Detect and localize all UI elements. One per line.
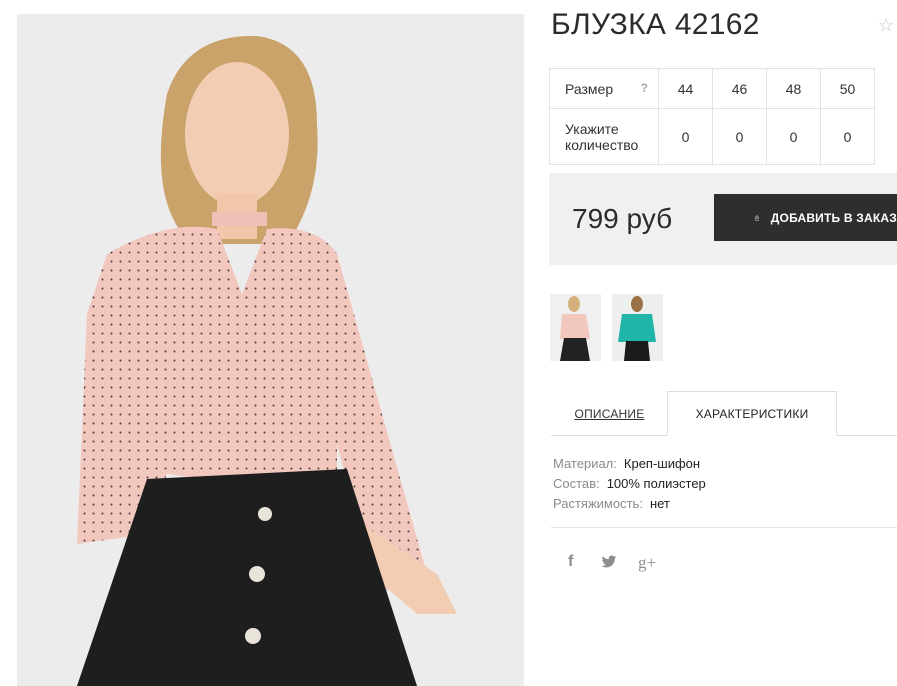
product-title: БЛУЗКА 42162: [551, 8, 760, 41]
characteristic-row: Растяжимость: нет: [553, 494, 706, 514]
quantity-label-line1: Укажите: [565, 120, 619, 137]
characteristic-value: нет: [649, 496, 670, 511]
section-divider: [551, 527, 897, 528]
size-option-50[interactable]: 50: [820, 68, 875, 109]
quantity-input-48[interactable]: 0: [766, 108, 821, 165]
add-to-cart-label: ДОБАВИТЬ В ЗАКАЗ: [770, 210, 897, 225]
twitter-bird-icon: [601, 555, 617, 568]
characteristic-value: 100% полиэстер: [606, 476, 706, 491]
size-table: Размер ? 44 46 48 50 Укажите количество …: [549, 68, 875, 165]
size-help-icon[interactable]: ?: [641, 81, 648, 95]
tab-description[interactable]: ОПИСАНИЕ: [552, 391, 667, 436]
price-box: 799 руб ДОБАВИТЬ В ЗАКАЗ: [549, 173, 897, 265]
thumbnail-pink-blouse[interactable]: [550, 294, 601, 361]
size-row-label: Размер ?: [549, 68, 659, 109]
tab-characteristics[interactable]: ХАРАКТЕРИСТИКИ: [667, 391, 837, 436]
quantity-label-line2: количество: [565, 136, 639, 153]
quantity-input-44[interactable]: 0: [658, 108, 713, 165]
thumbnail-image: [612, 294, 663, 361]
size-label-text: Размер: [565, 80, 614, 97]
size-option-46[interactable]: 46: [712, 68, 767, 109]
size-row: Размер ? 44 46 48 50: [549, 68, 875, 109]
quantity-input-46[interactable]: 0: [712, 108, 767, 165]
product-main-photo[interactable]: [17, 14, 524, 686]
characteristic-row: Материал: Креп-шифон: [553, 454, 706, 474]
google-plus-icon[interactable]: g+: [638, 553, 656, 573]
characteristic-value: Креп-шифон: [623, 456, 701, 471]
quantity-row: Укажите количество 0 0 0 0: [549, 108, 875, 165]
quantity-input-50[interactable]: 0: [820, 108, 875, 165]
twitter-icon[interactable]: [601, 554, 617, 573]
model-photo-illustration: [17, 14, 524, 686]
product-price: 799 руб: [572, 203, 673, 234]
shopping-bag-icon: [754, 214, 759, 221]
facebook-icon[interactable]: f: [568, 553, 573, 571]
characteristic-key: Состав:: [553, 476, 600, 491]
star-outline-icon[interactable]: ☆: [878, 15, 894, 36]
size-option-44[interactable]: 44: [658, 68, 713, 109]
add-to-cart-button[interactable]: ДОБАВИТЬ В ЗАКАЗ: [714, 194, 897, 241]
characteristics-list: Материал: Креп-шифон Состав: 100% полиэсте…: [553, 454, 706, 514]
characteristic-row: Состав: 100% полиэстер: [553, 474, 706, 494]
thumbnail-turquoise-blouse[interactable]: [612, 294, 663, 361]
quantity-row-label: Укажите количество: [549, 108, 659, 165]
characteristic-key: Материал:: [553, 456, 617, 471]
characteristic-key: Растяжимость:: [553, 496, 643, 511]
size-option-48[interactable]: 48: [766, 68, 821, 109]
thumbnail-image: [550, 294, 601, 361]
